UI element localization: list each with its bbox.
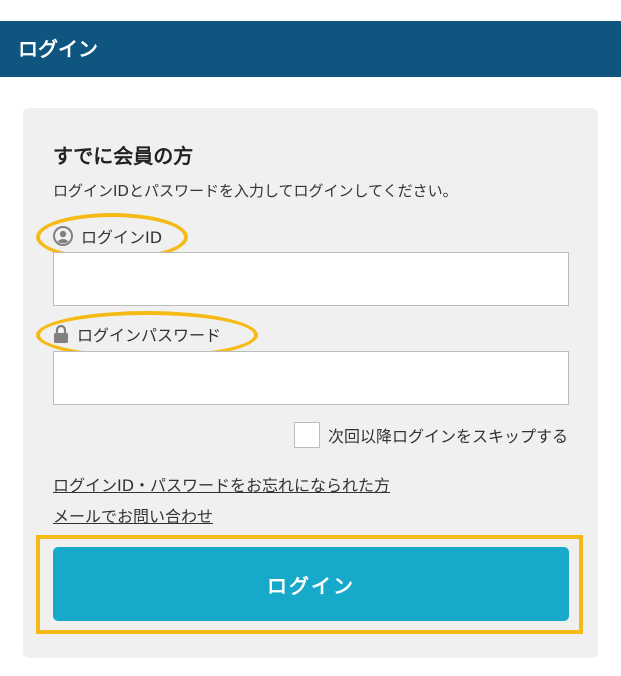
skip-login-label[interactable]: 次回以降ログインをスキップする bbox=[328, 423, 568, 447]
skip-login-checkbox[interactable] bbox=[293, 422, 320, 448]
skip-login-row[interactable]: 次回以降ログインをスキップする bbox=[293, 422, 568, 448]
forgot-credentials-link[interactable]: ログインID・パスワードをお忘れになられた方 bbox=[53, 472, 390, 496]
login-id-input[interactable] bbox=[53, 252, 569, 306]
section-title: すでに会員の方 bbox=[53, 144, 194, 168]
login-button[interactable]: ログイン bbox=[53, 547, 569, 621]
password-input[interactable] bbox=[53, 351, 569, 405]
contact-by-email-link[interactable]: メールでお問い合わせ bbox=[53, 503, 213, 527]
login-description: ログインIDとパスワードを入力してログインしてください。 bbox=[53, 182, 458, 200]
page-header: ログイン bbox=[0, 21, 621, 77]
page-title: ログイン bbox=[18, 37, 98, 61]
